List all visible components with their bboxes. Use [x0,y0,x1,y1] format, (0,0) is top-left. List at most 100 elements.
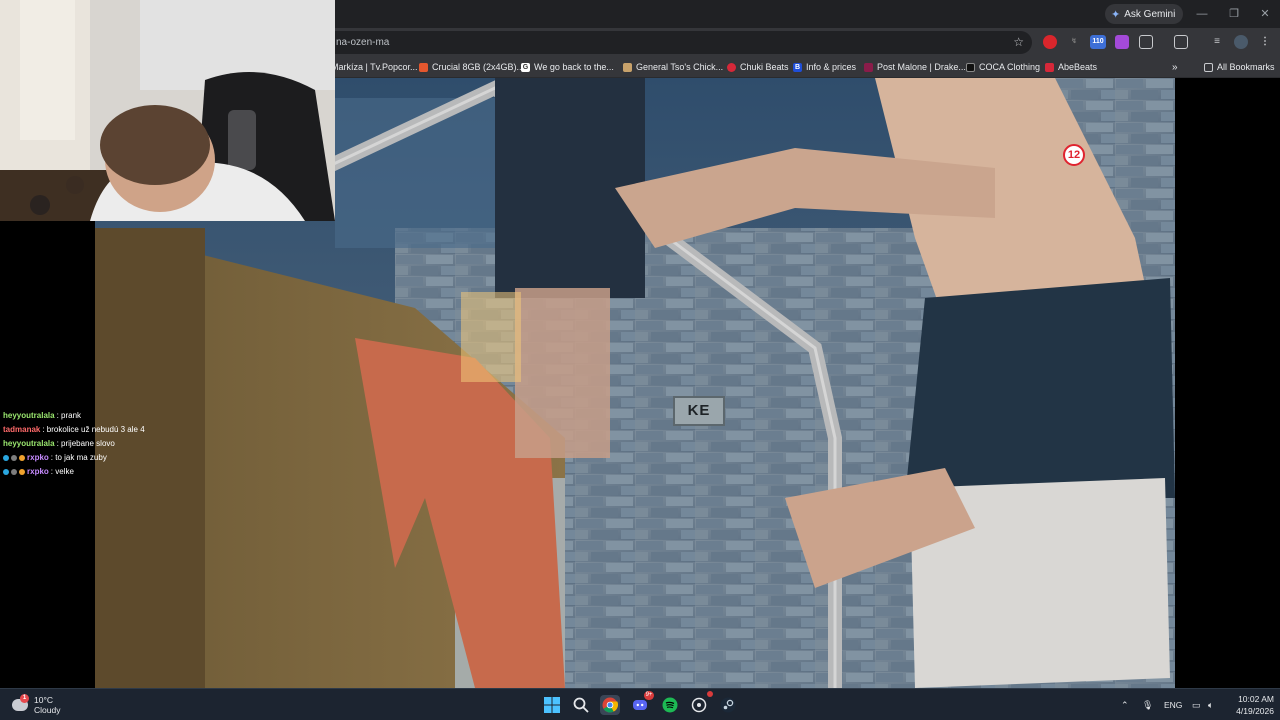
chat-message: rxpko : to jak ma zuby [3,451,203,465]
cloud-icon: 1 [12,694,29,711]
chat-text: : to jak ma zuby [50,453,107,462]
volume-icon[interactable]: 🔈︎ [1208,697,1213,713]
chat-username: heyyoutralala [3,411,55,420]
microphone-icon[interactable]: 🎙︎ [1142,697,1153,713]
age-rating-badge: 12 [1063,144,1085,166]
bookmark-label: Crucial 8GB (2x4GB)... [432,62,525,72]
extension-red-icon[interactable] [1043,35,1057,49]
side-panel-icon[interactable] [1174,35,1188,49]
bookmark-item[interactable]: Chuki Beats [727,60,789,74]
extension-gray-icon[interactable]: ↯ [1067,35,1081,49]
system-clock[interactable]: 10:02 AM 4/19/2026 [1222,693,1274,717]
chat-text: : prijebane slovo [56,439,115,448]
bits-badge-icon [11,469,17,475]
taskbar-spotify[interactable] [660,695,680,715]
bookmark-favicon-icon [623,62,632,72]
wall-sign: KE [673,396,725,426]
bookmark-item[interactable]: COCA Clothing [966,60,1040,74]
bookmark-label: Info & prices [806,62,857,72]
reading-list-icon[interactable]: ≡ [1210,35,1224,49]
chat-username: tadmanak [3,425,41,434]
ask-gemini-label: Ask Gemini [1124,8,1176,20]
bookmark-item[interactable]: General Tso's Chick... [623,60,723,74]
windows-logo-icon [544,697,560,713]
chrome-icon [602,697,618,713]
search-button[interactable] [571,695,591,715]
steam-icon [720,697,736,713]
bookmark-label: Chuki Beats [740,62,789,72]
taskbar: 1 10°C Cloudy 9+ ⌃ 🎙︎ ENG ▭ 🔈︎ 10:02 AM … [0,688,1280,720]
taskbar-chrome[interactable] [600,695,620,715]
google-icon: G [521,62,530,72]
chat-overlay: heyyoutralala : prank tadmanak : brokoli… [3,409,203,479]
bookmark-star-icon[interactable]: ☆ [1013,31,1024,54]
spotify-icon [662,697,678,713]
chat-text: : velke [50,467,74,476]
webcam-overlay [0,0,335,221]
chat-text: : brokolice už nebudú 3 ale 4 [42,425,145,434]
bookmark-item[interactable]: Markíza | Tv.Popcor... [331,60,418,74]
chat-message: heyyoutralala : prank [3,409,203,423]
chat-message: rxpko : velke [3,465,203,479]
all-bookmarks-label: All Bookmarks [1217,62,1275,72]
bookmark-item[interactable]: B Info & prices [793,60,856,74]
extension-counter-badge: 110 [1092,38,1104,45]
network-icon[interactable]: ▭ [1192,697,1201,713]
gemini-icon: ✦ [1111,8,1121,21]
chat-text: : prank [56,411,82,420]
taskbar-steam[interactable] [718,695,738,715]
subscriber-badge-icon [3,469,9,475]
taskbar-discord[interactable]: 9+ [630,691,654,715]
minimize-icon[interactable]: — [1190,4,1214,24]
language-indicator[interactable]: ENG [1164,697,1182,713]
weather-alert-badge: 1 [20,694,29,703]
search-icon [573,697,589,713]
extensions-puzzle-icon[interactable] [1139,35,1153,49]
all-bookmarks-button[interactable]: All Bookmarks [1204,60,1275,74]
app-notification-dot [707,691,713,697]
bookmark-item[interactable]: Crucial 8GB (2x4GB)... [419,60,524,74]
bookmark-item[interactable]: Post Malone | Drake... [864,60,966,74]
circular-app-icon [691,697,707,713]
bookmark-favicon-icon [966,62,975,72]
extension-counter-icon[interactable]: 110 [1090,35,1106,49]
chat-message: tadmanak : brokolice už nebudú 3 ale 4 [3,423,203,437]
bookmark-label: We go back to the... [534,62,614,72]
extension-purple-icon[interactable] [1115,35,1129,49]
chat-username: rxpko [27,453,49,462]
bookmark-item[interactable]: AbeBeats [1045,60,1097,74]
clock-time: 10:02 AM [1238,694,1274,704]
address-bar[interactable]: na-ozen-ma ☆ [310,31,1032,54]
bookmark-favicon-icon [419,62,428,72]
address-text: na-ozen-ma [336,37,390,48]
chat-message: heyyoutralala : prijebane slovo [3,437,203,451]
bookmarks-overflow-icon[interactable]: » [1172,60,1178,74]
webcam-image [0,0,335,221]
chat-username: rxpko [27,467,49,476]
screen: ✦ Ask Gemini — ❐ ✕ na-ozen-ma ☆ ↯ 110 ≡ … [0,0,1280,720]
taskbar-app[interactable] [689,691,713,715]
coin-badge-icon [19,469,25,475]
bookmark-favicon-icon [864,62,873,72]
bookmark-label: General Tso's Chick... [636,62,724,72]
bits-badge-icon [11,455,17,461]
restore-icon[interactable]: ❐ [1222,4,1246,24]
bookmark-label: Markíza | Tv.Popcor... [331,62,418,72]
start-button[interactable] [542,695,562,715]
more-menu-icon[interactable]: ⋮ [1258,35,1272,49]
bookmark-favicon-icon [1045,62,1054,72]
show-hidden-icons-icon[interactable]: ⌃ [1121,697,1129,713]
profile-avatar-icon[interactable] [1234,35,1248,49]
bookmark-label: Post Malone | Drake... [877,62,966,72]
chat-username: heyyoutralala [3,439,55,448]
ask-gemini-button[interactable]: ✦ Ask Gemini [1105,4,1184,24]
coin-badge-icon [19,455,25,461]
close-icon[interactable]: ✕ [1253,4,1277,24]
clock-date: 4/19/2026 [1236,706,1274,716]
bookmark-item[interactable]: G We go back to the... [521,60,614,74]
bookmark-label: COCA Clothing [979,62,1041,72]
bookmark-favicon-icon [727,62,736,72]
booking-icon: B [793,62,802,72]
weather-widget[interactable]: 1 10°C Cloudy [12,693,60,717]
subscriber-badge-icon [3,455,9,461]
